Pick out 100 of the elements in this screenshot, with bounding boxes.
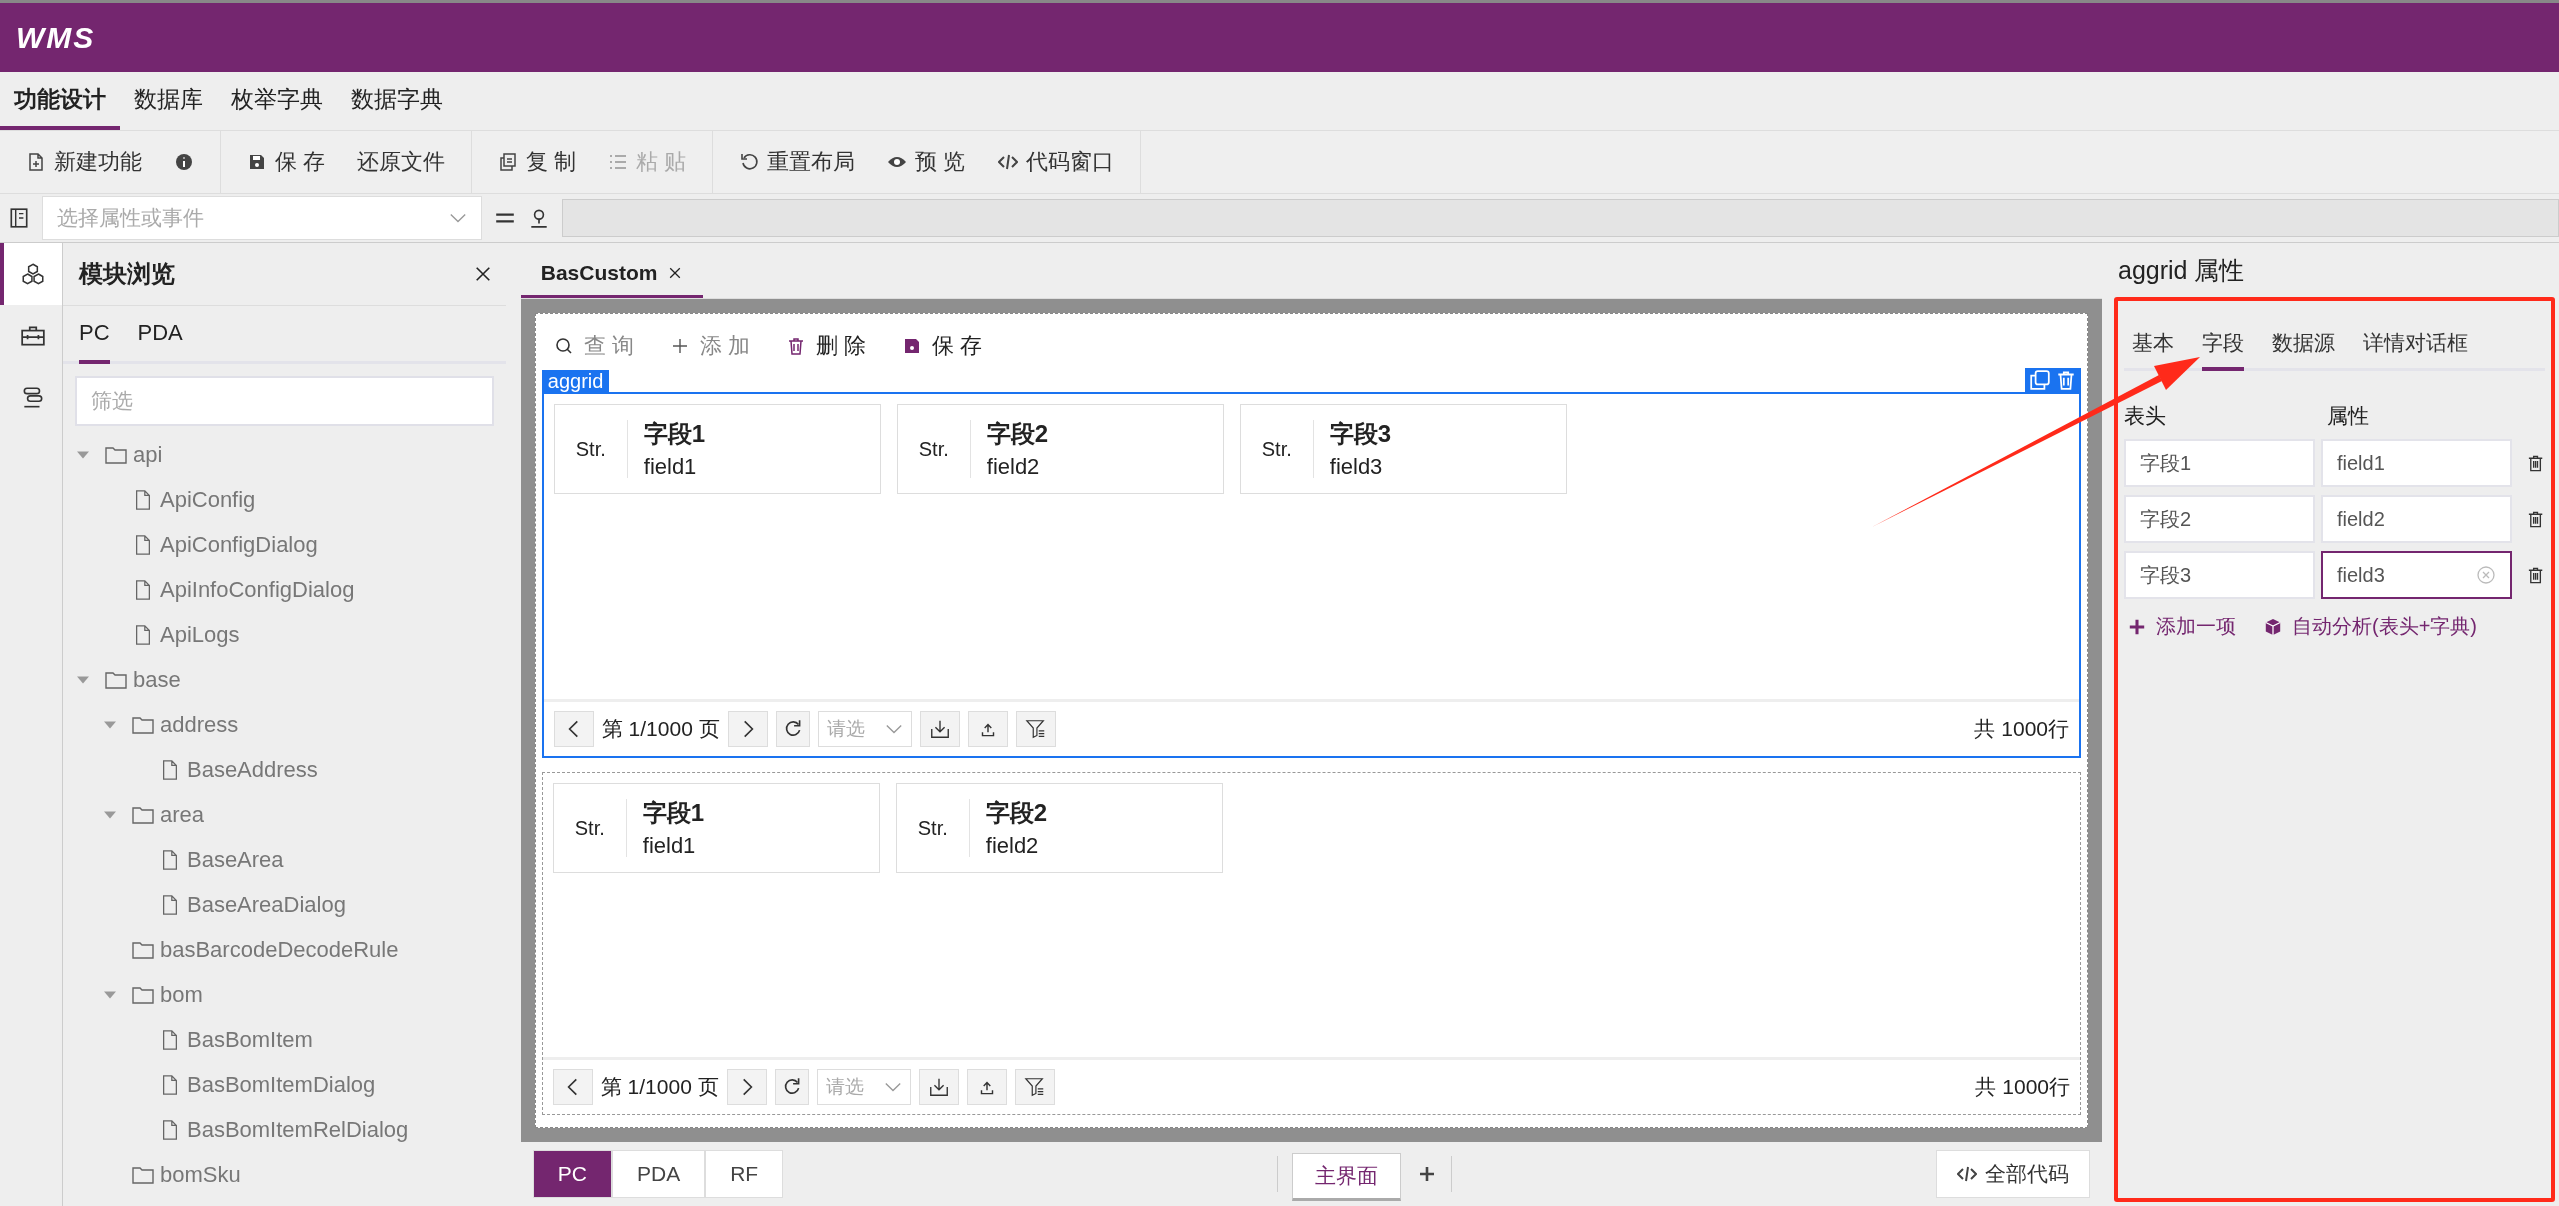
column-header: 表头: [2124, 403, 2167, 429]
platform-tab[interactable]: PC: [532, 1150, 612, 1198]
platform-tab[interactable]: PDA: [611, 1150, 706, 1198]
toolbar-button[interactable]: 代码窗口: [981, 139, 1130, 185]
column-card[interactable]: Str. 字段1 field1: [552, 783, 880, 873]
tree-item[interactable]: BaseAreaDialog: [186, 891, 346, 918]
column-header: 属性: [2327, 403, 2370, 429]
auto-analyze-link[interactable]: 自动分析(表头+字典): [2264, 613, 2477, 640]
code-icon: [1957, 1164, 1977, 1184]
field-input[interactable]: field3: [2320, 551, 2512, 599]
tree-item[interactable]: BaseAddress: [186, 756, 318, 783]
page-tab[interactable]: 主界面: [1292, 1153, 1402, 1201]
property-tab[interactable]: 数据源: [2272, 329, 2335, 371]
search-icon: [553, 336, 574, 356]
filter-icon: [1023, 1076, 1046, 1098]
tree-item[interactable]: base: [132, 666, 181, 693]
header-input[interactable]: 字段3: [2124, 551, 2315, 599]
toolbar-button[interactable]: 还原文件: [341, 139, 462, 185]
column-type: Str.: [1240, 420, 1314, 478]
field-input[interactable]: field2: [2320, 495, 2512, 543]
copy-icon[interactable]: [2029, 369, 2051, 391]
data-grid[interactable]: Str. 字段1 field1 Str. 字段2 field2 Str. 字段3 field3 第 1/1000 页 请选 共 1000行: [541, 392, 2081, 758]
header-input[interactable]: 字段2: [2124, 495, 2315, 543]
tree-item[interactable]: BaseArea: [186, 846, 284, 873]
tree-item[interactable]: api: [132, 441, 163, 468]
new-file-icon: [26, 152, 46, 172]
book-icon: [8, 207, 30, 229]
refresh-button[interactable]: [775, 711, 810, 747]
tree-item[interactable]: bomSku: [159, 1161, 241, 1188]
toolbar-button[interactable]: 删 除: [786, 331, 867, 361]
next-page-button[interactable]: [726, 1069, 767, 1105]
column-card[interactable]: Str. 字段1 field1: [553, 404, 881, 494]
column-title: 字段1: [642, 798, 705, 828]
toolbar-button[interactable]: 复 制: [482, 139, 593, 185]
column-title: 字段2: [985, 798, 1048, 828]
page-indicator: 第 1/1000 页: [600, 1074, 719, 1100]
expression-field[interactable]: [562, 199, 2559, 237]
tree-item[interactable]: basBarcodeDecodeRule: [159, 936, 399, 963]
tree-item[interactable]: bom: [159, 981, 203, 1008]
folder-icon: [131, 984, 154, 1005]
platform-tab[interactable]: RF: [705, 1150, 784, 1198]
toolbar-button[interactable]: 保 存: [902, 331, 983, 361]
property-tab[interactable]: 字段: [2202, 329, 2244, 371]
menu-tab[interactable]: 枚举字典: [217, 72, 337, 130]
toolbar-button[interactable]: 保 存: [231, 139, 342, 185]
toolbar-button[interactable]: 预 览: [871, 139, 982, 185]
trash-icon: [786, 336, 806, 356]
row-total: 共 1000行: [1974, 716, 2069, 742]
info-icon: [174, 152, 194, 172]
tree-item[interactable]: area: [159, 801, 204, 828]
tree-item[interactable]: BasBomItem: [186, 1026, 313, 1053]
rail-button[interactable]: [0, 243, 62, 305]
upload-button[interactable]: [966, 1069, 1007, 1105]
all-code-button[interactable]: 全部代码: [1936, 1150, 2090, 1198]
tree-item[interactable]: BasBomItemDialog: [186, 1071, 376, 1098]
download-icon: [928, 718, 951, 740]
upload-button[interactable]: [967, 711, 1008, 747]
column-type: Str.: [896, 799, 970, 857]
refresh-button[interactable]: [774, 1069, 809, 1105]
platform-tab[interactable]: PDA: [137, 306, 183, 364]
filter-button[interactable]: [1015, 711, 1056, 747]
tree-item[interactable]: ApiConfigDialog: [159, 531, 318, 558]
column-field: field1: [643, 454, 706, 480]
property-tab[interactable]: 基本: [2132, 329, 2174, 371]
next-page-button[interactable]: [727, 711, 768, 747]
page-indicator: 第 1/1000 页: [601, 716, 720, 742]
tree-item[interactable]: BasBomItemRelDialog: [186, 1116, 409, 1143]
tree-item[interactable]: address: [159, 711, 239, 738]
folder-icon: [131, 714, 154, 735]
tree-item[interactable]: ApiInfoConfigDialog: [159, 576, 355, 603]
previous-page-button[interactable]: [552, 1069, 593, 1105]
data-grid[interactable]: Str. 字段1 field1 Str. 字段2 field2 第 1/1000 页 请选 共 1000行: [541, 772, 2081, 1115]
export-button[interactable]: [919, 711, 960, 747]
column-type: Str.: [553, 799, 627, 857]
export-button[interactable]: [918, 1069, 959, 1105]
header-input[interactable]: 字段1: [2124, 439, 2315, 487]
filter-button[interactable]: [1014, 1069, 1055, 1105]
toolbar-button[interactable]: 新建功能: [10, 139, 158, 185]
column-card[interactable]: Str. 字段2 field2: [896, 404, 1224, 494]
field-input[interactable]: field1: [2320, 439, 2512, 487]
folder-icon: [131, 804, 154, 825]
close-icon[interactable]: [473, 265, 492, 283]
add-item-link[interactable]: 添加一项: [2128, 613, 2236, 640]
column-card[interactable]: Str. 字段2 field2: [895, 783, 1223, 873]
menu-tab[interactable]: 数据库: [120, 72, 217, 130]
chevron-down-icon: [884, 723, 903, 735]
column-type: Str.: [897, 420, 971, 478]
platform-tab[interactable]: PC: [78, 306, 110, 364]
previous-page-button[interactable]: [553, 711, 594, 747]
column-field: field2: [986, 454, 1049, 480]
tree-item[interactable]: ApiConfig: [159, 486, 256, 513]
column-title: 字段1: [643, 419, 706, 449]
tree-item[interactable]: ApiLogs: [159, 621, 240, 648]
toolbar-button[interactable]: 重置布局: [723, 139, 872, 185]
column-field: field2: [985, 833, 1048, 859]
reset-icon: [739, 152, 760, 172]
column-card[interactable]: Str. 字段3 field3: [1239, 404, 1567, 494]
property-tab[interactable]: 详情对话框: [2363, 329, 2468, 371]
menu-tab[interactable]: 数据字典: [337, 72, 457, 130]
folder-icon: [104, 669, 127, 690]
